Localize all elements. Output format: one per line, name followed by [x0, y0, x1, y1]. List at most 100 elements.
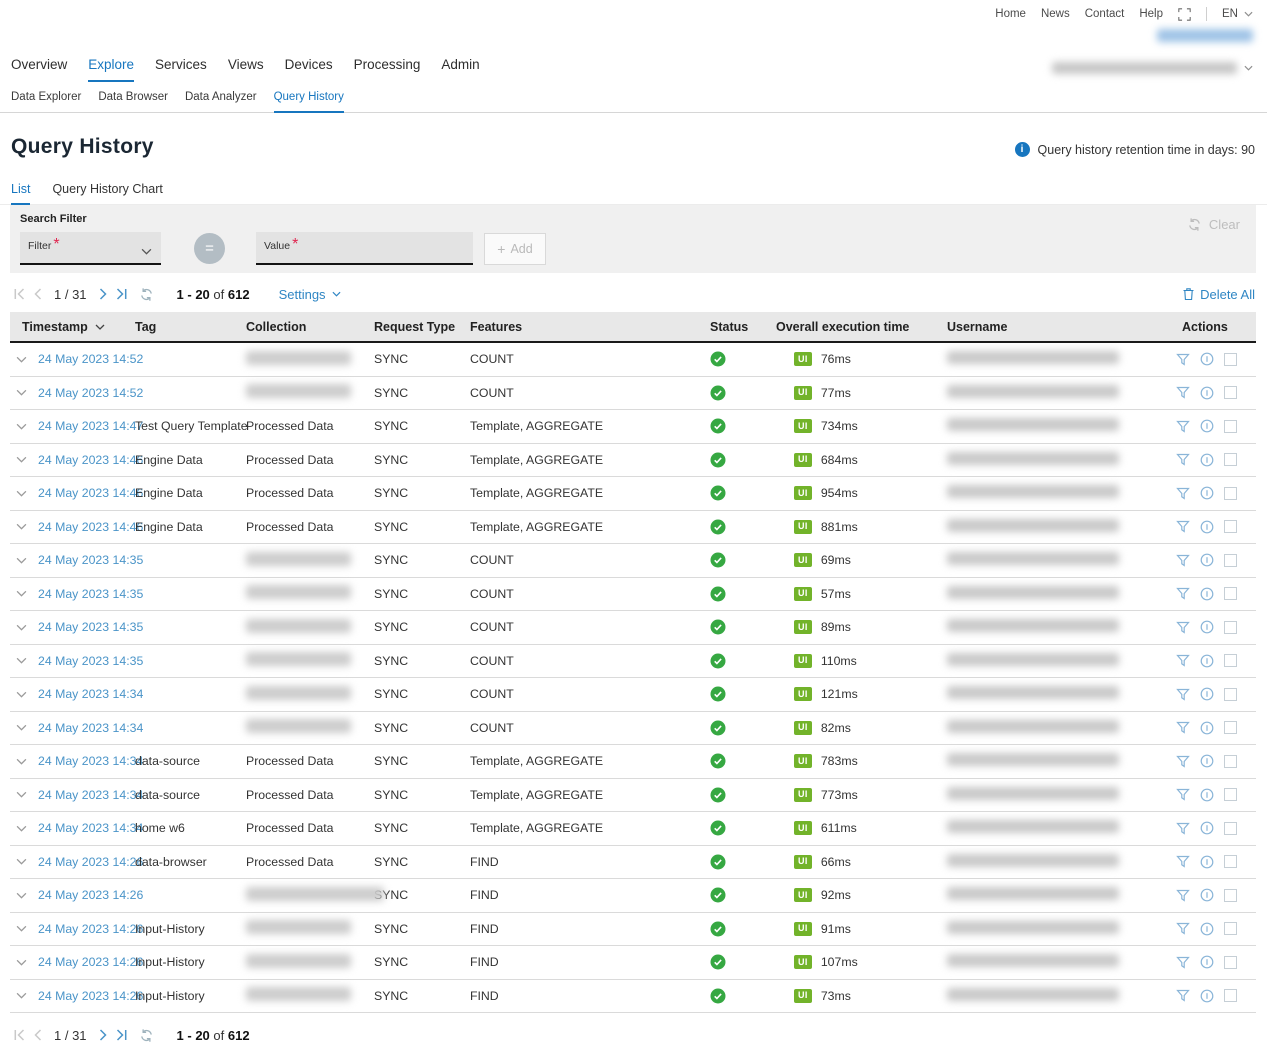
tab-list[interactable]: List [11, 182, 30, 205]
next-page-button[interactable] [99, 1029, 107, 1041]
row-expand-chevron[interactable] [10, 356, 38, 363]
filter-funnel-icon[interactable] [1176, 621, 1190, 634]
row-expand-chevron[interactable] [10, 892, 38, 899]
filter-funnel-icon[interactable] [1176, 487, 1190, 500]
delete-all-button[interactable]: Delete All [1182, 287, 1255, 302]
query-info-icon[interactable] [1200, 453, 1214, 467]
row-checkbox[interactable] [1224, 386, 1237, 399]
query-info-icon[interactable] [1200, 352, 1214, 366]
query-info-icon[interactable] [1200, 955, 1214, 969]
row-checkbox[interactable] [1224, 453, 1237, 466]
row-checkbox[interactable] [1224, 956, 1237, 969]
filter-funnel-icon[interactable] [1176, 688, 1190, 701]
filter-funnel-icon[interactable] [1176, 420, 1190, 433]
row-timestamp[interactable]: 24 May 2023 14:52 [38, 352, 135, 366]
query-info-icon[interactable] [1200, 821, 1214, 835]
subnav-item-data-explorer[interactable]: Data Explorer [11, 91, 81, 113]
nav-item-services[interactable]: Services [155, 57, 207, 82]
row-expand-chevron[interactable] [10, 657, 38, 664]
row-timestamp[interactable]: 24 May 2023 14:46 [38, 486, 135, 500]
column-header-timestamp[interactable]: Timestamp [10, 320, 135, 334]
query-info-icon[interactable] [1200, 419, 1214, 433]
row-expand-chevron[interactable] [10, 557, 38, 564]
row-timestamp[interactable]: 24 May 2023 14:34 [38, 687, 135, 701]
subnav-item-query-history[interactable]: Query History [274, 91, 344, 113]
row-checkbox[interactable] [1224, 353, 1237, 366]
query-info-icon[interactable] [1200, 721, 1214, 735]
row-timestamp[interactable]: 24 May 2023 14:52 [38, 386, 135, 400]
last-page-button[interactable] [116, 1029, 127, 1041]
row-checkbox[interactable] [1224, 822, 1237, 835]
row-expand-chevron[interactable] [10, 523, 38, 530]
row-timestamp[interactable]: 24 May 2023 14:26 [38, 989, 135, 1003]
query-info-icon[interactable] [1200, 587, 1214, 601]
row-expand-chevron[interactable] [10, 624, 38, 631]
row-checkbox[interactable] [1224, 855, 1237, 868]
last-page-button[interactable] [116, 288, 127, 300]
filter-funnel-icon[interactable] [1176, 755, 1190, 768]
query-info-icon[interactable] [1200, 989, 1214, 1003]
row-expand-chevron[interactable] [10, 389, 38, 396]
filter-funnel-icon[interactable] [1176, 587, 1190, 600]
subnav-item-data-browser[interactable]: Data Browser [98, 91, 168, 113]
query-info-icon[interactable] [1200, 654, 1214, 668]
filter-funnel-icon[interactable] [1176, 721, 1190, 734]
row-checkbox[interactable] [1224, 487, 1237, 500]
fullscreen-icon[interactable] [1178, 8, 1191, 21]
refresh-icon[interactable] [139, 1028, 154, 1043]
row-timestamp[interactable]: 24 May 2023 14:35 [38, 654, 135, 668]
row-timestamp[interactable]: 24 May 2023 14:34 [38, 821, 135, 835]
filter-funnel-icon[interactable] [1176, 989, 1190, 1002]
row-timestamp[interactable]: 24 May 2023 14:47 [38, 419, 135, 433]
row-timestamp[interactable]: 24 May 2023 14:26 [38, 855, 135, 869]
row-checkbox[interactable] [1224, 989, 1237, 1002]
row-checkbox[interactable] [1224, 922, 1237, 935]
query-info-icon[interactable] [1200, 754, 1214, 768]
row-checkbox[interactable] [1224, 688, 1237, 701]
row-timestamp[interactable]: 24 May 2023 14:34 [38, 754, 135, 768]
query-info-icon[interactable] [1200, 888, 1214, 902]
redacted-tenant-link[interactable] [1157, 29, 1253, 42]
row-checkbox[interactable] [1224, 621, 1237, 634]
query-info-icon[interactable] [1200, 520, 1214, 534]
row-checkbox[interactable] [1224, 721, 1237, 734]
row-checkbox[interactable] [1224, 755, 1237, 768]
row-expand-chevron[interactable] [10, 590, 38, 597]
nav-item-admin[interactable]: Admin [441, 57, 479, 82]
row-checkbox[interactable] [1224, 520, 1237, 533]
row-expand-chevron[interactable] [10, 925, 38, 932]
row-timestamp[interactable]: 24 May 2023 14:26 [38, 955, 135, 969]
add-filter-button[interactable]: Add [484, 233, 546, 265]
row-checkbox[interactable] [1224, 788, 1237, 801]
filter-funnel-icon[interactable] [1176, 554, 1190, 567]
row-checkbox[interactable] [1224, 587, 1237, 600]
filter-funnel-icon[interactable] [1176, 956, 1190, 969]
row-timestamp[interactable]: 24 May 2023 14:35 [38, 553, 135, 567]
filter-funnel-icon[interactable] [1176, 654, 1190, 667]
topbar-link-news[interactable]: News [1041, 8, 1070, 20]
refresh-icon[interactable] [139, 287, 154, 302]
query-info-icon[interactable] [1200, 855, 1214, 869]
row-timestamp[interactable]: 24 May 2023 14:34 [38, 788, 135, 802]
filter-funnel-icon[interactable] [1176, 922, 1190, 935]
filter-funnel-icon[interactable] [1176, 889, 1190, 902]
subnav-item-data-analyzer[interactable]: Data Analyzer [185, 91, 257, 113]
nav-item-explore[interactable]: Explore [88, 57, 134, 82]
filter-funnel-icon[interactable] [1176, 353, 1190, 366]
row-expand-chevron[interactable] [10, 691, 38, 698]
row-timestamp[interactable]: 24 May 2023 14:46 [38, 453, 135, 467]
row-expand-chevron[interactable] [10, 456, 38, 463]
query-info-icon[interactable] [1200, 620, 1214, 634]
topbar-link-help[interactable]: Help [1139, 8, 1163, 20]
filter-funnel-icon[interactable] [1176, 520, 1190, 533]
query-info-icon[interactable] [1200, 788, 1214, 802]
prev-page-button[interactable] [34, 288, 42, 300]
nav-item-processing[interactable]: Processing [354, 57, 421, 82]
clear-filter-button[interactable]: Clear [1187, 217, 1240, 232]
filter-funnel-icon[interactable] [1176, 788, 1190, 801]
row-expand-chevron[interactable] [10, 724, 38, 731]
row-expand-chevron[interactable] [10, 825, 38, 832]
query-info-icon[interactable] [1200, 486, 1214, 500]
row-timestamp[interactable]: 24 May 2023 14:26 [38, 922, 135, 936]
filter-select[interactable]: Filter* [20, 232, 161, 265]
